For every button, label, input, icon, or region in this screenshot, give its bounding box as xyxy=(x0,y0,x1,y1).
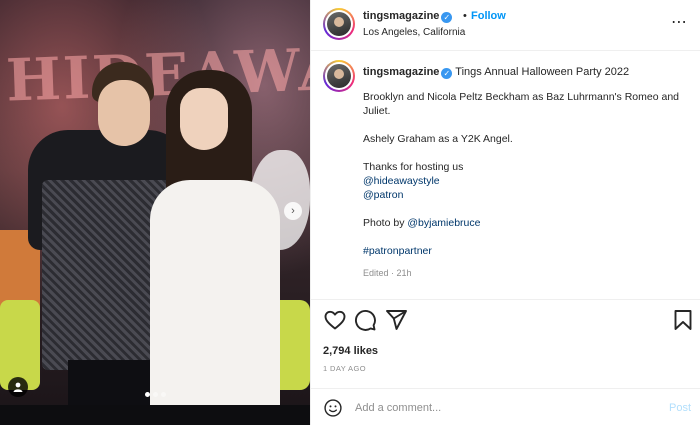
chevron-right-icon: › xyxy=(291,205,295,217)
caption-paragraph: Ashely Graham as a Y2K Angel. xyxy=(363,133,513,145)
carousel-indicator xyxy=(145,392,166,397)
username-text: tingsmagazine xyxy=(363,10,440,22)
username-link[interactable]: tingsmagazine ✓ xyxy=(363,10,453,23)
post-photo[interactable]: HIDEAWAY › xyxy=(0,0,310,425)
photo-floor xyxy=(0,405,310,425)
separator-dot: • xyxy=(463,10,467,22)
verified-badge-icon: ✓ xyxy=(441,68,453,79)
post-header: tingsmagazine ✓ • Follow Los Angeles, Cal… xyxy=(311,0,700,51)
carousel-dot xyxy=(145,392,150,397)
share-icon[interactable] xyxy=(384,308,408,332)
post-date[interactable]: 1 DAY AGO xyxy=(323,364,366,373)
person-in-white-dress xyxy=(150,70,310,425)
follow-button[interactable]: Follow xyxy=(471,10,506,22)
caption-headline: Tings Annual Halloween Party 2022 xyxy=(455,66,630,78)
post-details-panel: tingsmagazine ✓ • Follow Los Angeles, Cal… xyxy=(310,0,700,425)
comment-icon[interactable] xyxy=(353,308,377,332)
location-link[interactable]: Los Angeles, California xyxy=(363,27,465,38)
carousel-dot xyxy=(161,392,166,397)
mention-link[interactable]: @patron xyxy=(363,189,403,201)
post-comment-button[interactable]: Post xyxy=(669,402,691,414)
verified-badge-icon: ✓ xyxy=(441,12,453,23)
user-icon xyxy=(13,382,23,392)
avatar[interactable] xyxy=(323,60,355,92)
edited-timestamp: Edited · 21h xyxy=(363,268,412,278)
action-bar xyxy=(311,308,700,336)
comment-bar: Post xyxy=(311,388,700,425)
post-caption: tingsmagazine ✓ Tings Annual Halloween Pa… xyxy=(311,52,700,300)
comment-input[interactable] xyxy=(355,399,635,417)
heart-icon[interactable] xyxy=(323,308,347,332)
caption-body: Brooklyn and Nicola Peltz Beckham as Baz… xyxy=(363,90,683,272)
more-options-icon[interactable]: ⋯ xyxy=(671,12,688,32)
photo-credit-label: Photo by xyxy=(363,217,408,229)
emoji-icon[interactable] xyxy=(323,398,343,418)
avatar[interactable] xyxy=(323,8,355,40)
hashtag-link[interactable]: #patronpartner xyxy=(363,245,432,257)
caption-username[interactable]: tingsmagazine xyxy=(363,66,439,78)
mention-link[interactable]: @hideawaystyle xyxy=(363,175,440,187)
tagged-users-button[interactable] xyxy=(8,377,28,397)
bookmark-icon[interactable] xyxy=(671,308,695,332)
likes-count[interactable]: 2,794 likes xyxy=(323,345,378,357)
carousel-dot xyxy=(153,392,158,397)
mention-link[interactable]: @byjamiebruce xyxy=(407,217,480,229)
carousel-next-button[interactable]: › xyxy=(284,202,302,220)
caption-thanks: Thanks for hosting us xyxy=(363,161,464,173)
caption-headline-row: tingsmagazine ✓ Tings Annual Halloween Pa… xyxy=(363,66,629,79)
caption-paragraph: Brooklyn and Nicola Peltz Beckham as Baz… xyxy=(363,91,679,117)
